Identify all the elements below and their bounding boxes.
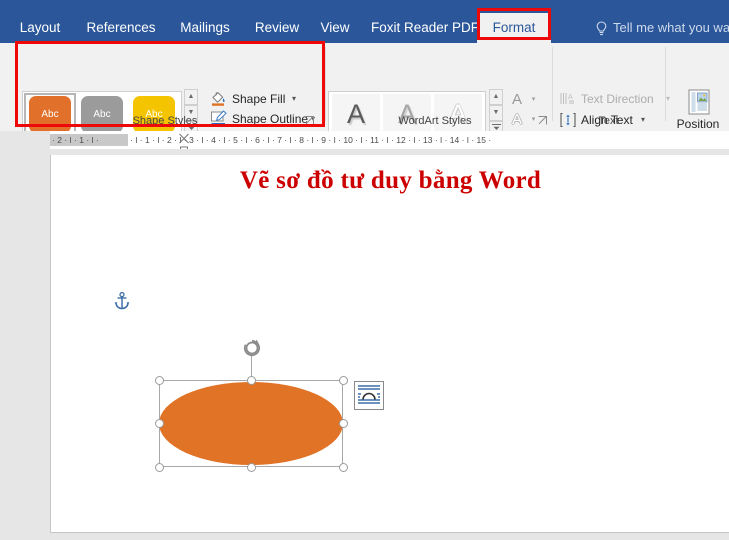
- wordart-scroll-up[interactable]: ▲: [489, 89, 503, 105]
- tab-review[interactable]: Review: [248, 13, 306, 43]
- wordart-styles-group-label: WordArt Styles: [398, 115, 472, 127]
- shape-styles-dialog-launcher[interactable]: [305, 116, 315, 126]
- tab-view[interactable]: View: [312, 13, 358, 43]
- group-separator-3: [665, 47, 666, 121]
- text-direction-label: Text Direction: [581, 92, 654, 106]
- ruler-left-pad: [0, 131, 50, 149]
- paint-bucket-icon: [210, 90, 227, 107]
- text-fill-icon: A: [511, 91, 522, 108]
- rotate-handle-icon[interactable]: [243, 339, 261, 357]
- tab-foxit-reader-pdf[interactable]: Foxit Reader PDF: [370, 13, 480, 43]
- resize-handle-bottom-left[interactable]: [155, 463, 164, 472]
- document-area: Vẽ sơ đồ tư duy bằng Word: [0, 149, 729, 540]
- layout-options-icon[interactable]: [354, 381, 384, 410]
- text-direction-icon: A: [560, 91, 576, 107]
- page-bottom-gap: [0, 534, 729, 540]
- text-fill-arrow[interactable]: ▾: [529, 91, 538, 108]
- title-bar: [0, 0, 729, 13]
- ruler-tick-labels-left: · 2 · ǀ · 1 · ǀ ·: [52, 135, 99, 145]
- wordart-styles-dialog-launcher[interactable]: [538, 116, 548, 126]
- position-label: Position: [676, 117, 720, 131]
- svg-text:A: A: [568, 94, 573, 101]
- tab-references[interactable]: References: [80, 13, 162, 43]
- resize-handle-middle-left[interactable]: [155, 419, 164, 428]
- resize-handle-middle-right[interactable]: [339, 419, 348, 428]
- shape-styles-group-label: Shape Styles: [132, 115, 198, 127]
- page-title: Vẽ sơ đồ tư duy bằng Word: [239, 167, 542, 194]
- resize-handle-bottom-center[interactable]: [247, 463, 256, 472]
- gallery-scroll-up[interactable]: ▲: [184, 89, 198, 105]
- text-group-label: Text: [598, 115, 619, 127]
- word-window: Layout References Mailings Review View F…: [0, 0, 729, 540]
- ribbon-format: Abc Abc Abc ▲ ▼ Shape Fill ▾ Shape Outli…: [0, 43, 729, 148]
- tell-me-box[interactable]: Tell me what you want to d: [613, 13, 729, 43]
- group-separator-1: [325, 47, 326, 121]
- tab-format[interactable]: Format: [477, 13, 551, 43]
- ribbon-tab-row: Layout References Mailings Review View F…: [0, 13, 729, 43]
- group-separator-2: [552, 47, 553, 121]
- title-bar-text: [228, 0, 288, 13]
- document-page[interactable]: Vẽ sơ đồ tư duy bằng Word: [50, 155, 729, 533]
- tab-layout[interactable]: Layout: [12, 13, 68, 43]
- resize-handle-top-center[interactable]: [247, 376, 256, 385]
- ruler-tick-labels: · ǀ · 1 · ǀ · 2 · ǀ · 3 · ǀ · 4 · ǀ · 5 …: [130, 135, 492, 145]
- resize-handle-top-left[interactable]: [155, 376, 164, 385]
- shape-fill-label: Shape Fill: [232, 92, 286, 106]
- tab-mailings[interactable]: Mailings: [172, 13, 238, 43]
- text-direction-arrow[interactable]: ▾: [666, 89, 670, 109]
- oval-shape[interactable]: [159, 382, 343, 465]
- horizontal-ruler[interactable]: · 2 · ǀ · 1 · ǀ · · ǀ · 1 · ǀ · 2 · ǀ · …: [0, 131, 729, 154]
- lightbulb-icon: [595, 21, 608, 36]
- object-anchor-icon: [114, 291, 130, 310]
- position-icon: [688, 89, 710, 115]
- shape-fill-arrow[interactable]: ▾: [292, 89, 296, 109]
- resize-handle-top-right[interactable]: [339, 376, 348, 385]
- resize-handle-bottom-right[interactable]: [339, 463, 348, 472]
